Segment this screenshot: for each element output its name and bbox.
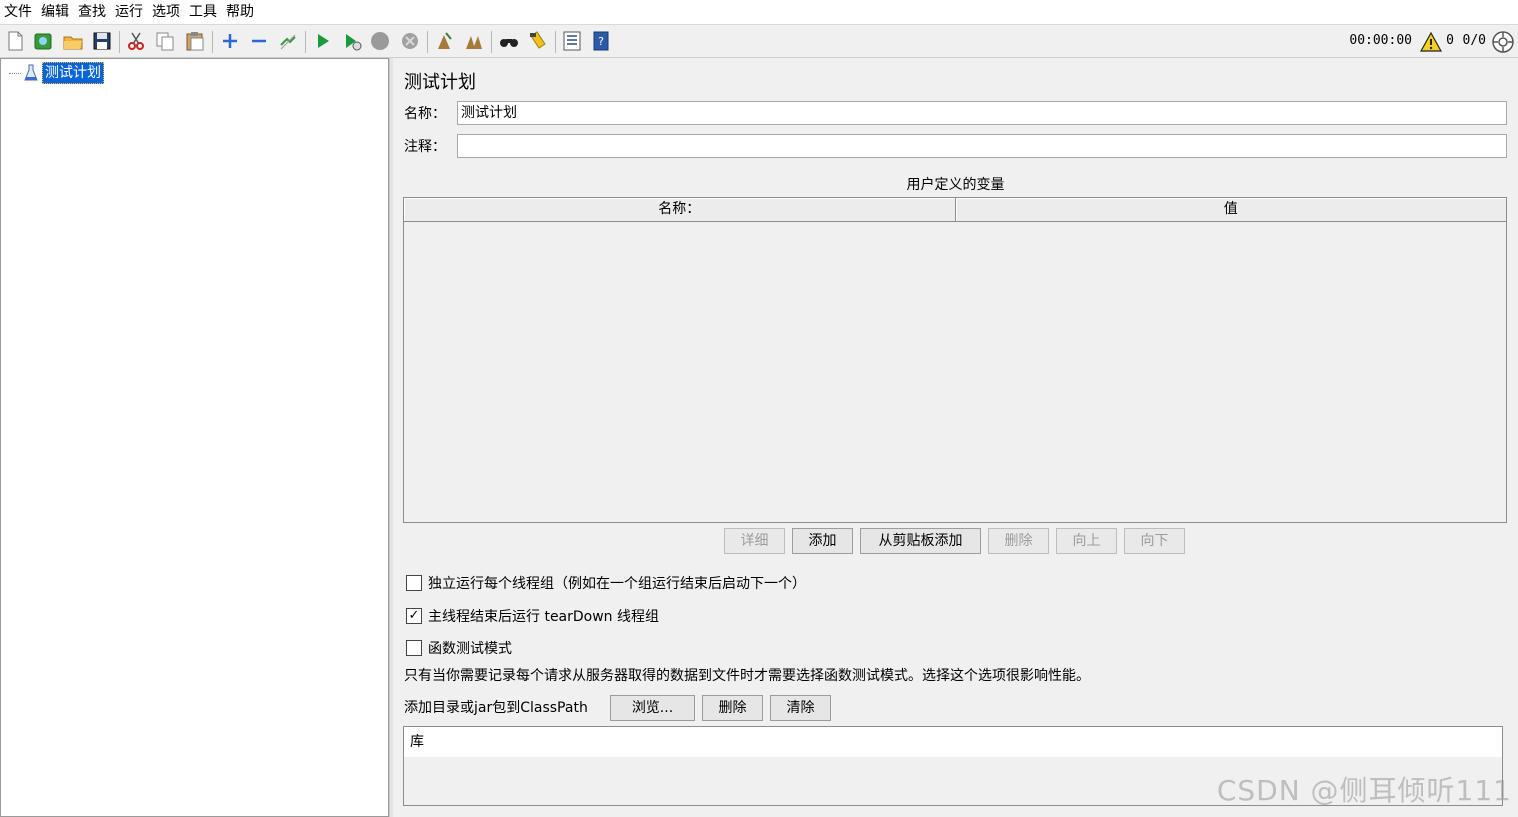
add-from-clipboard-button[interactable]: 从剪贴板添加 (860, 528, 981, 554)
functional-mode-info: 只有当你需要记录每个请求从服务器取得的数据到文件时才需要选择函数测试模式。选择这… (404, 668, 1090, 684)
test-plan-icon (24, 64, 38, 82)
copy-icon[interactable] (154, 30, 176, 52)
elapsed-timer: 00:00:00 (1349, 33, 1412, 48)
page-title: 测试计划 (404, 72, 476, 93)
menu-tools[interactable]: 工具 (189, 0, 217, 24)
name-label: 名称： (404, 106, 446, 122)
menu-options[interactable]: 选项 (152, 0, 180, 24)
test-plan-tree: 测试计划 (0, 58, 389, 817)
open-icon[interactable] (62, 30, 84, 52)
thread-count: 0/0 (1462, 33, 1486, 48)
toggle-icon[interactable] (277, 30, 299, 52)
serialize-threadgroups-option[interactable]: 独立运行每个线程组（例如在一个组运行结束后启动下一个） (406, 573, 806, 593)
column-header-name[interactable]: 名称： (404, 198, 956, 221)
tree-connector (9, 72, 21, 74)
tree-node-label[interactable]: 测试计划 (42, 62, 104, 84)
comment-label: 注释： (404, 139, 446, 155)
menu-bar: 文件 编辑 查找 运行 选项 工具 帮助 (0, 0, 1518, 24)
user-variables-table[interactable]: 名称： 值 (403, 197, 1507, 523)
search-icon[interactable] (498, 30, 520, 52)
split-pane-divider[interactable] (389, 58, 393, 817)
cut-icon[interactable] (125, 30, 147, 52)
new-file-icon[interactable] (4, 30, 26, 52)
function-helper-icon[interactable] (561, 30, 583, 52)
stop-icon[interactable] (369, 30, 391, 52)
menu-edit[interactable]: 编辑 (41, 0, 69, 24)
menu-search[interactable]: 查找 (78, 0, 106, 24)
teardown-checkbox[interactable]: ✓ (406, 608, 422, 624)
comment-field[interactable] (457, 134, 1507, 158)
functional-mode-checkbox[interactable] (406, 640, 422, 656)
classpath-label: 添加目录或jar包到ClassPath (404, 700, 588, 716)
serialize-label: 独立运行每个线程组（例如在一个组运行结束后启动下一个） (428, 576, 806, 592)
clear-all-icon[interactable] (463, 30, 485, 52)
start-icon[interactable] (312, 30, 334, 52)
remote-engine-icon[interactable] (1491, 30, 1515, 54)
menu-run[interactable]: 运行 (115, 0, 143, 24)
toolbar-separator (119, 31, 120, 53)
warning-count: 0 (1446, 33, 1454, 48)
detail-button[interactable]: 详细 (724, 528, 785, 554)
shutdown-icon[interactable] (399, 30, 421, 52)
collapse-icon[interactable] (248, 30, 270, 52)
save-icon[interactable] (91, 30, 113, 52)
warning-icon[interactable] (1419, 31, 1443, 53)
table-header: 名称： 值 (404, 198, 1506, 222)
toolbar-separator (555, 31, 556, 53)
serialize-checkbox[interactable] (406, 575, 422, 591)
user-variables-title: 用户定义的变量 (906, 177, 1005, 193)
watermark: CSDN @侧耳倾听111 (1216, 774, 1512, 807)
delete-button[interactable]: 删除 (988, 528, 1049, 554)
templates-icon[interactable] (32, 30, 54, 52)
start-no-pauses-icon[interactable] (341, 30, 363, 52)
teardown-label: 主线程结束后运行 tearDown 线程组 (428, 609, 660, 625)
tree-node-test-plan[interactable]: 测试计划 (9, 62, 104, 84)
library-column-header: 库 (404, 727, 1502, 757)
classpath-delete-button[interactable]: 删除 (702, 695, 763, 721)
toolbar-separator (427, 31, 428, 53)
menu-file[interactable]: 文件 (4, 0, 32, 24)
toolbar: ? 00:00:00 0 0/0 (0, 24, 1518, 58)
browse-button[interactable]: 浏览... (610, 695, 695, 721)
help-icon[interactable]: ? (590, 30, 612, 52)
add-button[interactable]: 添加 (792, 528, 853, 554)
name-field[interactable]: 测试计划 (457, 101, 1507, 125)
toolbar-separator (212, 31, 213, 53)
reset-search-icon[interactable] (527, 30, 549, 52)
functional-mode-label: 函数测试模式 (428, 641, 512, 657)
paste-icon[interactable] (184, 30, 206, 52)
move-up-button[interactable]: 向上 (1056, 528, 1117, 554)
classpath-clear-button[interactable]: 清除 (770, 695, 831, 721)
toolbar-separator (305, 31, 306, 53)
menu-help[interactable]: 帮助 (226, 0, 254, 24)
expand-icon[interactable] (219, 30, 241, 52)
functional-mode-option[interactable]: 函数测试模式 (406, 638, 512, 658)
clear-icon[interactable] (433, 30, 455, 52)
move-down-button[interactable]: 向下 (1124, 528, 1185, 554)
teardown-option[interactable]: ✓ 主线程结束后运行 tearDown 线程组 (406, 606, 659, 626)
svg-text:?: ? (598, 35, 604, 48)
toolbar-separator (491, 31, 492, 53)
column-header-value[interactable]: 值 (956, 198, 1507, 221)
